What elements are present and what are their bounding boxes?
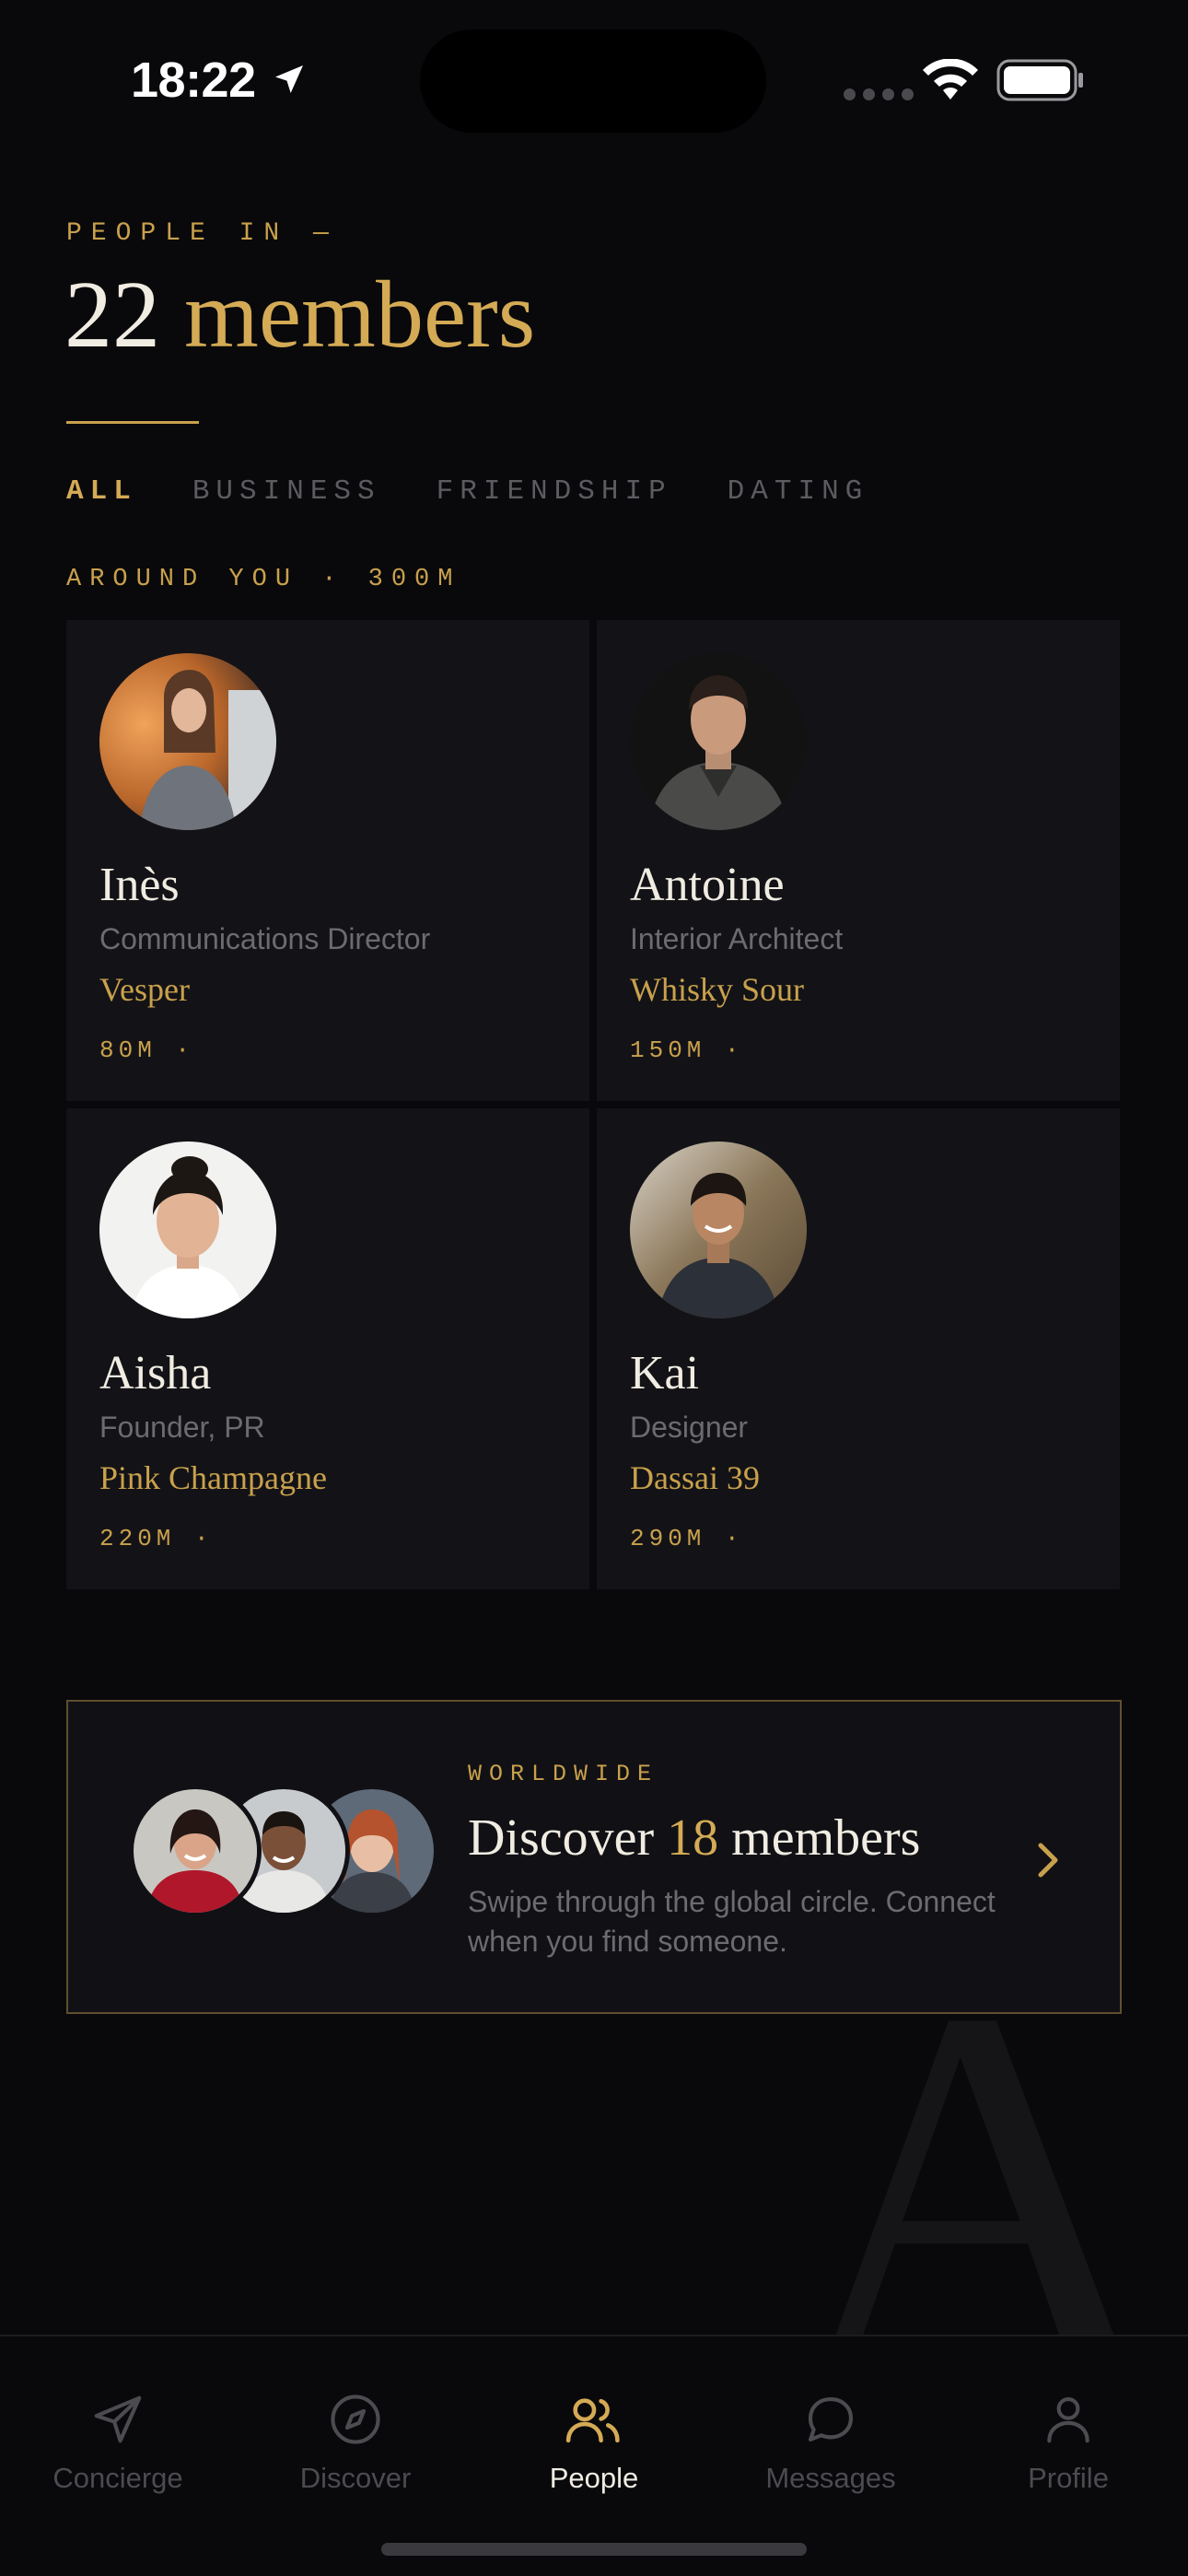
discover-subtitle: Swipe through the global circle. Connect… (468, 1885, 996, 1958)
person-distance: 150M · (630, 1036, 744, 1064)
person-name: Kai (630, 1347, 700, 1399)
person-card-kai[interactable]: Kai Designer Dassai 39 290M · (597, 1108, 1120, 1589)
home-indicator (381, 2543, 807, 2556)
tab-business[interactable]: BUSINESS (192, 475, 381, 508)
tabbar-label: Messages (765, 2462, 896, 2494)
page-title: 22 members (64, 267, 535, 363)
discover-title-suffix: members (731, 1809, 921, 1867)
person-name: Aisha (99, 1347, 212, 1399)
discover-title: Discover 18 members (468, 1809, 920, 1868)
section-label-around-you: AROUND YOU · 300M (66, 566, 461, 593)
chat-bubble-icon (808, 2396, 854, 2442)
compass-icon (331, 2395, 380, 2444)
avatar (630, 1142, 807, 1318)
page-eyebrow: PEOPLE IN — (66, 219, 338, 248)
discover-count: 18 (667, 1809, 719, 1867)
discover-title-prefix: Discover (468, 1809, 655, 1867)
avatar (99, 653, 276, 830)
avatar-stack (129, 1785, 438, 1917)
battery-icon (996, 59, 1083, 101)
person-role: Communications Director (99, 922, 431, 955)
status-time: 18:22 (131, 53, 256, 108)
tabbar-discover[interactable]: Discover (245, 2386, 466, 2495)
person-icon (1047, 2396, 1089, 2443)
member-count-label: members (184, 262, 536, 368)
person-card-antoine[interactable]: Antoine Interior Architect Whisky Sour 1… (597, 620, 1120, 1101)
person-distance: 290M · (630, 1525, 744, 1552)
wifi-icon (923, 59, 978, 100)
tabbar-profile[interactable]: Profile (958, 2386, 1179, 2495)
person-drink: Whisky Sour (630, 971, 804, 1008)
location-arrow-icon (275, 65, 303, 93)
discover-eyebrow: WORLDWIDE (468, 1761, 659, 1787)
people-grid: Inès Communications Director Vesper 80M … (66, 620, 1120, 1589)
person-name: Inès (99, 859, 180, 911)
person-role: Designer (630, 1411, 749, 1444)
worldwide-discover-card[interactable]: WORLDWIDE Discover 18 members Swipe thro… (66, 1700, 1122, 2014)
person-distance: 80M · (99, 1036, 195, 1064)
avatar (630, 653, 807, 830)
chevron-right-icon (1038, 1843, 1058, 1878)
person-drink: Dassai 39 (630, 1459, 760, 1496)
filter-tabs: ALL BUSINESS FRIENDSHIP DATING (66, 475, 924, 508)
avatar (129, 1785, 262, 1917)
person-name: Antoine (630, 859, 785, 911)
tabbar-label: Concierge (52, 2462, 183, 2494)
people-icon (565, 2398, 620, 2443)
cellular-signal-icon (844, 88, 914, 100)
tab-friendship[interactable]: FRIENDSHIP (437, 475, 672, 508)
avatar (99, 1142, 276, 1318)
person-drink: Vesper (99, 971, 190, 1008)
person-card-aisha[interactable]: Aisha Founder, PR Pink Champagne 220M · (66, 1108, 589, 1589)
person-role: Interior Architect (630, 922, 844, 955)
person-distance: 220M · (99, 1525, 214, 1552)
person-drink: Pink Champagne (99, 1459, 327, 1496)
person-card-ines[interactable]: Inès Communications Director Vesper 80M … (66, 620, 589, 1101)
tabbar-label: Discover (299, 2462, 412, 2494)
title-divider (66, 421, 199, 424)
paper-plane-icon (94, 2395, 142, 2443)
bottom-tab-bar: Concierge Discover People Messages Profi… (0, 2335, 1188, 2576)
tabbar-label: Profile (1028, 2462, 1109, 2494)
tabbar-concierge[interactable]: Concierge (7, 2386, 228, 2495)
dynamic-island (420, 29, 766, 133)
tabbar-messages[interactable]: Messages (720, 2386, 941, 2495)
tabbar-people[interactable]: People (483, 2386, 705, 2495)
member-count: 22 (64, 262, 160, 368)
tab-dating[interactable]: DATING (728, 475, 869, 508)
tabbar-label: People (549, 2462, 639, 2494)
person-role: Founder, PR (99, 1411, 265, 1444)
tab-all[interactable]: ALL (66, 475, 137, 508)
status-bar: 18:22 (0, 0, 1188, 157)
